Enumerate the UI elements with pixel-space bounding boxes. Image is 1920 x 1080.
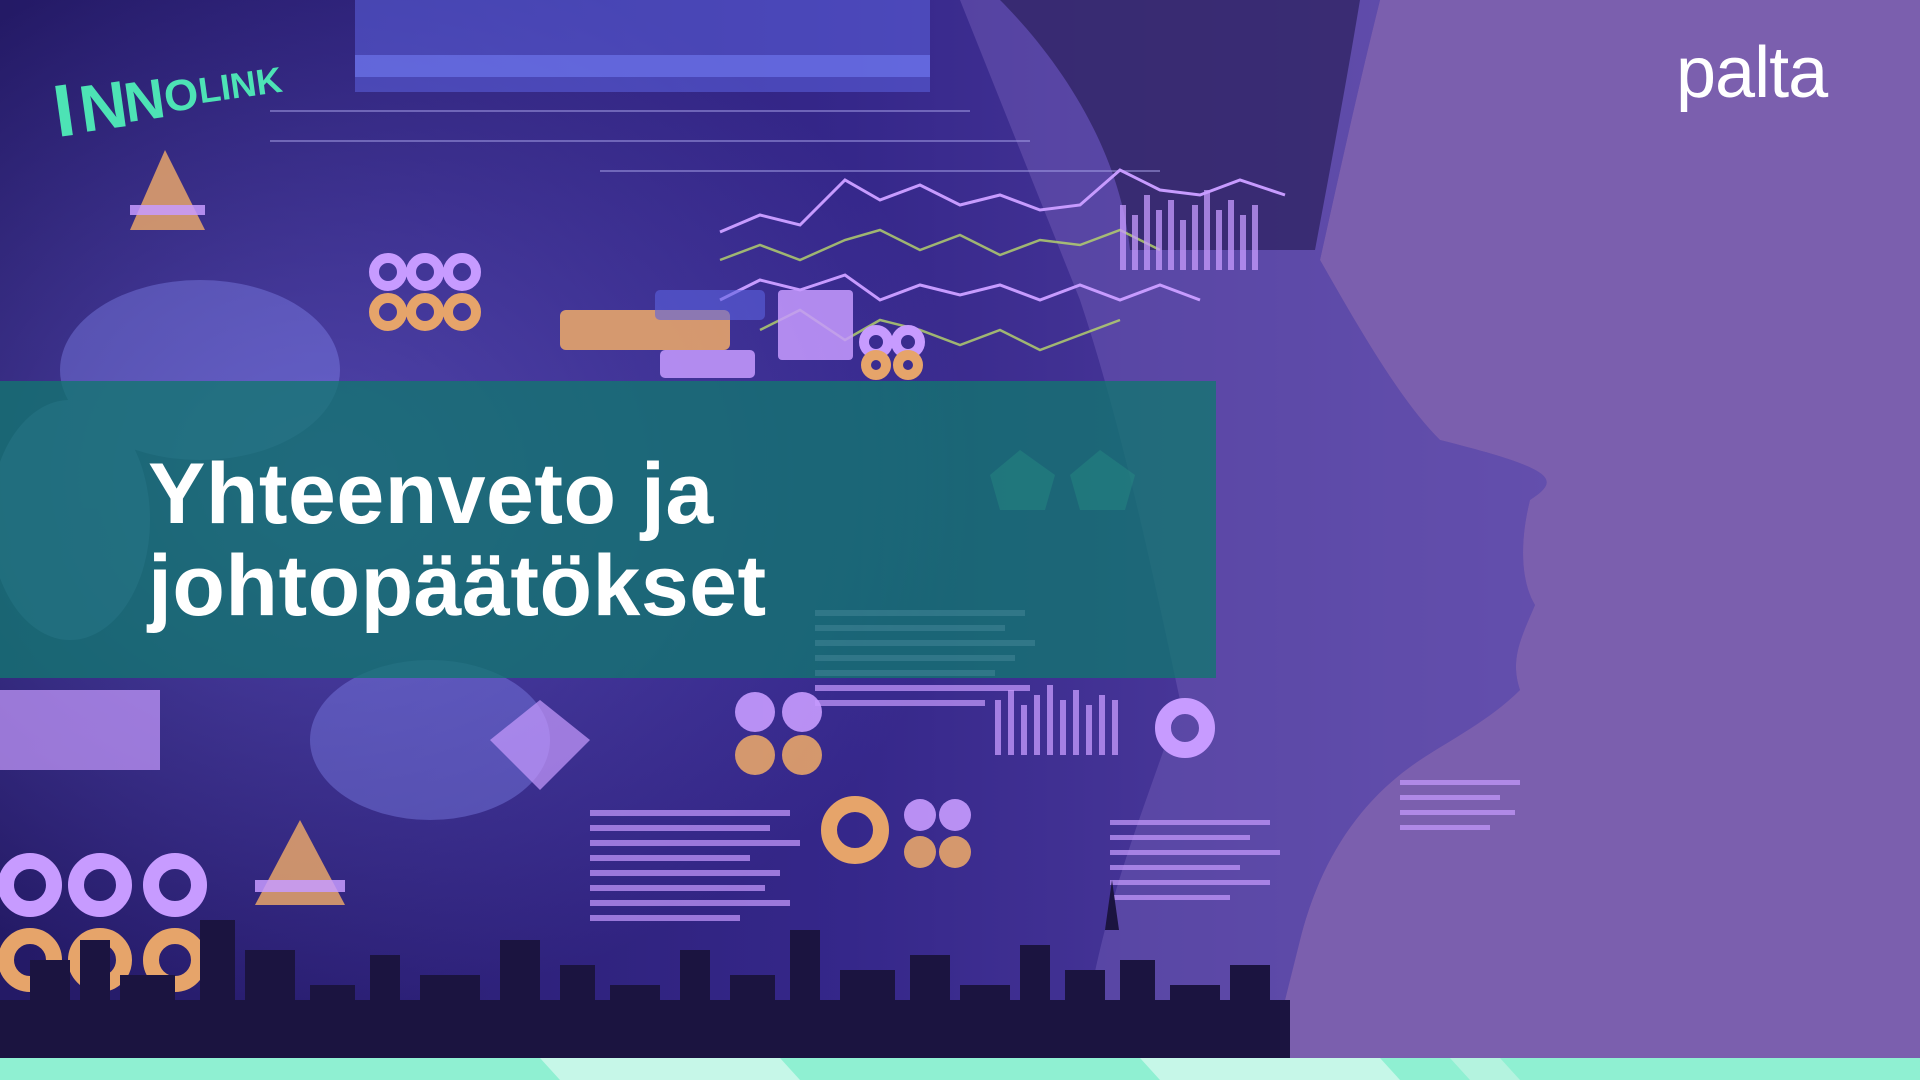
svg-text:O: O: [161, 69, 202, 122]
title-slide: Yhteenveto ja johtopäätökset I N N O LIN…: [0, 0, 1920, 1080]
slide-title-line-2: johtopäätökset: [148, 538, 767, 634]
palta-logo: palta: [1676, 33, 1828, 113]
innolink-logo: I N N O LINK: [52, 59, 285, 140]
slide-title: Yhteenveto ja johtopäätökset: [148, 448, 1148, 632]
bottom-decorative-strip: [0, 1058, 1920, 1080]
svg-text:LINK: LINK: [196, 59, 285, 111]
slide-title-line-1: Yhteenveto ja: [148, 446, 714, 542]
